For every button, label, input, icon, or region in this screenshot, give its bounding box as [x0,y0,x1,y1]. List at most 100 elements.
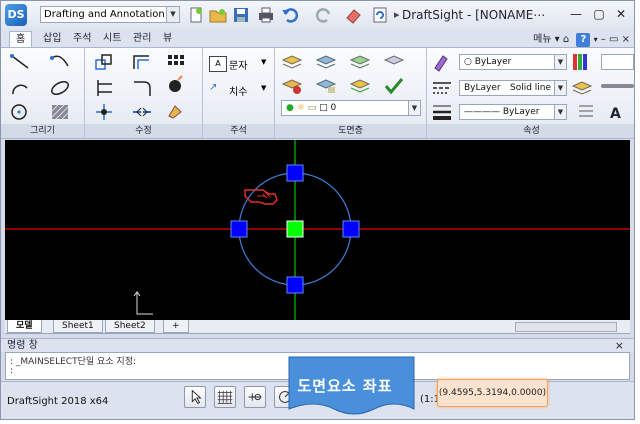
tab-manage[interactable]: 관리 [127,31,157,47]
linetype-icon[interactable] [431,78,453,98]
layer-isolate-icon[interactable] [349,52,371,72]
fillet-icon[interactable] [131,78,153,98]
restore-ribbon-icon[interactable]: ▭ [609,34,618,45]
horizontal-scrollbar[interactable] [515,322,617,332]
draftsight-window: DS Drafting and Annotation ▼ ▸ DraftSigh… [0,0,635,420]
delete-icon[interactable] [165,74,187,94]
layer-freeze-icon[interactable] [281,76,303,96]
arc-icon[interactable] [9,78,31,98]
layer-lock-state-icon: ▭ [307,103,320,113]
circle-icon[interactable] [9,102,31,122]
lineweight-icon[interactable] [431,102,453,122]
annotation-panel-label: 주석 [203,124,274,138]
snap-cursor-icon[interactable] [184,386,206,408]
tab-model[interactable]: 모델 [7,320,42,333]
text-button[interactable]: A 문자 ▼ [209,54,269,74]
trim-icon[interactable] [93,78,115,98]
line-icon[interactable] [9,52,31,72]
dimension-button[interactable]: ↗ 치수 ▼ [209,80,269,100]
grip-left[interactable] [230,220,248,238]
transparency-icon[interactable] [571,78,593,98]
copy-icon[interactable] [93,52,115,72]
grip-bottom[interactable] [286,276,304,294]
offset-icon[interactable] [131,52,153,72]
tab-sheet[interactable]: 시트 [97,31,127,47]
transparency-slider[interactable] [601,84,634,88]
polyline-icon[interactable] [49,52,71,72]
tab-view[interactable]: 뷰 [157,31,178,47]
undo-icon[interactable] [281,6,299,24]
color-bars-icon[interactable] [571,52,593,72]
eraser-icon[interactable] [344,6,362,24]
grid-icon[interactable] [214,386,236,408]
svg-text:A: A [610,106,621,122]
help-menu[interactable]: 메뉴 ▾ ⌂ ? ▾ – ▭ × [533,30,630,47]
move-icon[interactable] [93,102,115,122]
text-style-icon[interactable]: A [607,102,629,122]
hatch-settings-icon[interactable] [577,102,599,122]
modify-panel: 수정 [85,48,203,138]
title-bar: DS Drafting and Annotation ▼ ▸ DraftSigh… [1,1,634,29]
chevron-down-icon[interactable]: ▼ [261,84,266,92]
close-ribbon-icon[interactable]: × [622,34,630,45]
regenerate-icon[interactable] [371,6,389,24]
chevron-down-icon[interactable]: ▼ [261,58,266,66]
grip-top[interactable] [286,164,304,182]
tab-annotate[interactable]: 주석 [67,31,97,47]
stretch-icon[interactable] [131,102,153,122]
chevron-down-icon[interactable]: ▾ [594,35,598,44]
hatch-icon[interactable] [49,102,71,122]
linetype-select[interactable]: ByLayer Solid line ▼ [459,80,567,96]
layer-select[interactable]: ● ☼ ▭ □ 0 ▼ [281,100,421,116]
tab-sheet2[interactable]: Sheet2 [105,320,155,333]
grip-center[interactable] [286,220,304,238]
layer-off-icon[interactable] [383,52,405,72]
layer-previous-icon[interactable] [315,52,337,72]
callout-text: 도면요소 좌표 [297,377,393,395]
linetype-value: ByLayer [464,83,501,93]
tab-insert[interactable]: 삽입 [37,31,67,47]
text-icon: A [209,56,227,72]
linetype-style: Solid line [510,83,552,93]
redo-icon[interactable] [315,6,333,24]
coordinates-display[interactable]: (9.4595,5.3194,0.0000) [437,379,548,407]
checkmark-icon[interactable] [383,76,405,96]
ellipse-icon[interactable] [49,78,71,98]
properties-panel: ○ ByLayer ▼ ByLayer Solid line ▼ ———— By… [427,48,634,138]
new-file-icon[interactable] [187,6,205,24]
workspace-select[interactable]: Drafting and Annotation ▼ [40,6,180,23]
drawing-canvas[interactable] [5,140,630,320]
grip-right[interactable] [342,220,360,238]
color-swatch-icon: ○ [464,57,475,67]
layer-lock-icon[interactable] [315,76,337,96]
tab-sheet1[interactable]: Sheet1 [53,320,103,333]
open-folder-icon[interactable] [209,6,227,24]
ortho-icon[interactable] [244,386,266,408]
text-label: 문자 [229,61,248,72]
app-logo-icon[interactable]: DS [5,4,27,26]
save-icon[interactable] [232,6,250,24]
lineweight-select[interactable]: ———— ByLayer ▼ [459,104,567,120]
match-properties-icon[interactable] [431,52,453,72]
add-sheet-button[interactable]: + [163,320,189,333]
close-icon[interactable]: × [615,339,624,353]
minimize-icon[interactable]: — [566,5,586,23]
layer-merge-icon[interactable] [349,76,371,96]
explode-icon[interactable] [165,102,187,122]
pattern-icon[interactable] [165,52,187,72]
close-icon[interactable]: ✕ [611,5,631,23]
print-icon[interactable] [257,6,275,24]
maximize-icon[interactable]: ▢ [589,5,609,23]
pointing-hand-icon [244,189,278,205]
minimize-ribbon-icon[interactable]: – [601,34,606,45]
draw-panel: 그리기 [1,48,85,138]
color-select[interactable]: ○ ByLayer ▼ [459,54,567,70]
command-prompt[interactable]: : [10,366,13,376]
ribbon-tab-row: 홈 삽입 주석 시트 관리 뷰 메뉴 ▾ ⌂ ? ▾ – ▭ × [1,29,634,48]
question-icon[interactable]: ? [576,33,591,47]
tab-home[interactable]: 홈 [9,31,33,48]
sheet-tab-bar: 모델 Sheet1 Sheet2 + [5,320,630,334]
drawing-svg [5,140,630,320]
property-extra-select[interactable] [601,54,634,70]
layer-manager-icon[interactable] [281,52,303,72]
